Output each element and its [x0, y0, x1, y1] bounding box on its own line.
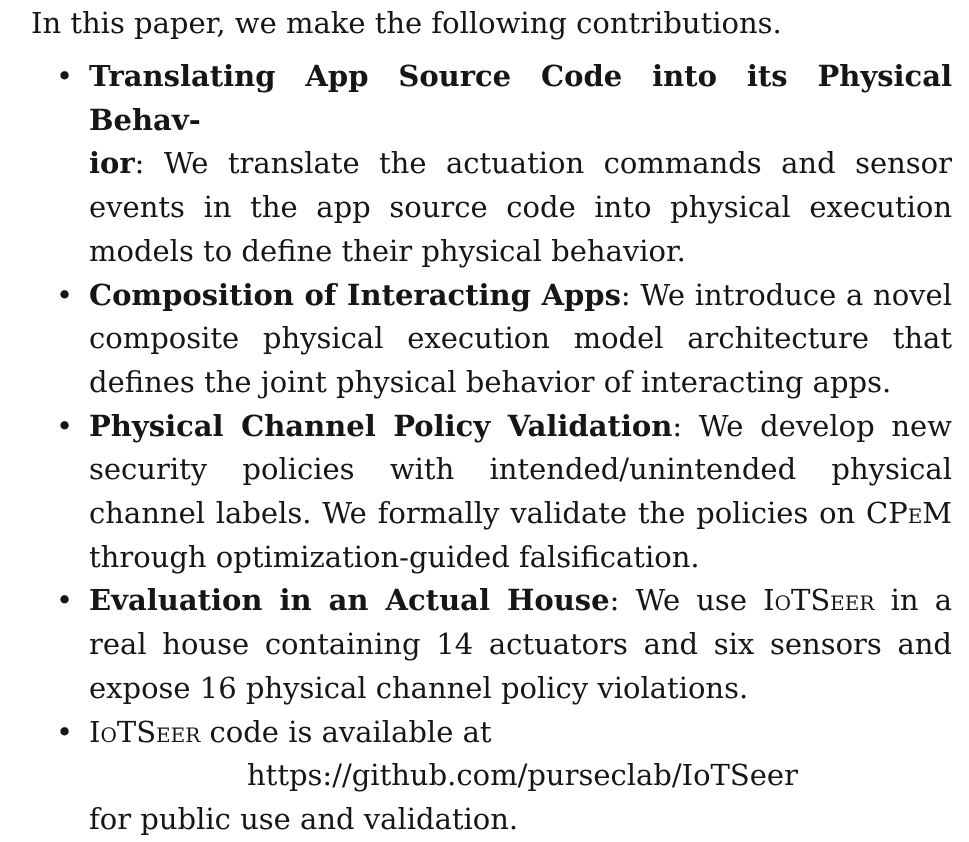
- contribution-item: • Evaluation in an Actual House: We use …: [56, 579, 952, 710]
- contribution-title: Evaluation in an Actual House: [89, 583, 610, 618]
- contribution-body: : We use: [609, 583, 764, 618]
- contribution-body: code is available at: [200, 714, 492, 749]
- contribution-item: • Physical Channel Policy Validation: We…: [56, 405, 952, 580]
- contribution-item: • Composition of Interacting Apps: We in…: [56, 274, 952, 405]
- bullet-icon: •: [56, 408, 74, 443]
- contribution-title: Physical Channel Policy Validation: [89, 408, 673, 443]
- contribution-body: : We translate the actuation commands an…: [89, 146, 952, 268]
- contribution-text: Composition of Interacting Apps: We intr…: [89, 274, 952, 405]
- system-name: IoTSeer: [89, 714, 201, 749]
- contribution-text: Evaluation in an Actual House: We use Io…: [89, 579, 952, 710]
- contribution-item: • Translating App Source Code into its P…: [56, 55, 952, 274]
- bullet-icon: •: [56, 714, 74, 749]
- bullet-icon: •: [56, 583, 74, 618]
- contribution-list: • Translating App Source Code into its P…: [56, 55, 952, 842]
- contribution-text: Physical Channel Policy Validation: We d…: [89, 405, 952, 580]
- system-name: IoTSeer: [763, 583, 875, 618]
- code-url-link[interactable]: https://github.com/purseclab/IoTSeer: [247, 754, 952, 798]
- contribution-body-cont: through optimization-guided falsificatio…: [89, 539, 700, 574]
- contribution-text: IoTSeer code is available at: [89, 711, 952, 755]
- bullet-icon: •: [56, 59, 74, 93]
- contribution-item: • IoTSeer code is available at https://g…: [56, 711, 952, 842]
- system-name: CPeM: [866, 496, 952, 531]
- paper-page: In this paper, we make the following con…: [0, 0, 969, 836]
- contribution-title: Composition of Interacting Apps: [89, 277, 621, 312]
- intro-sentence: In this paper, we make the following con…: [31, 6, 782, 40]
- contribution-text: Translating App Source Code into its Phy…: [89, 55, 952, 274]
- bullet-icon: •: [56, 277, 74, 312]
- contribution-trailer: for public use and validation.: [89, 801, 519, 836]
